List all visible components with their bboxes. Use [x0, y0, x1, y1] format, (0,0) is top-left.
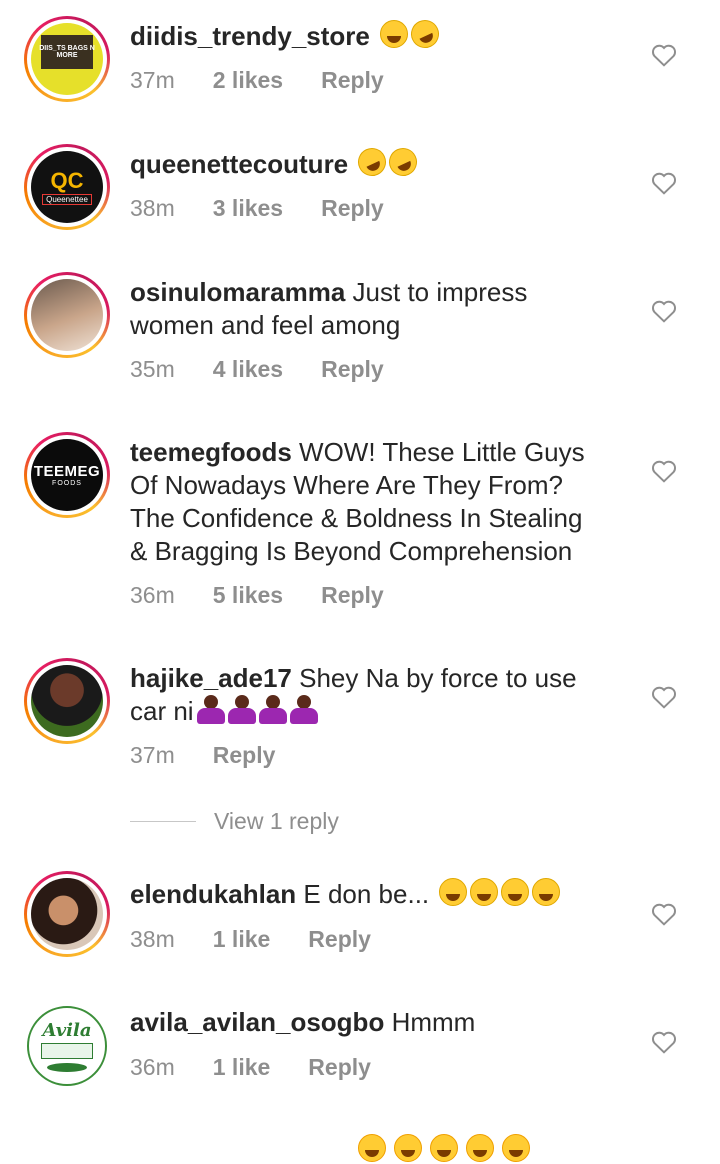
- avatar[interactable]: [24, 658, 110, 744]
- tears-of-joy-emoji: [470, 878, 499, 906]
- heart-outline-icon[interactable]: [651, 299, 677, 323]
- likes-count[interactable]: 2 likes: [213, 67, 283, 93]
- comment-meta: 38m 3 likes Reply: [130, 195, 422, 222]
- avatar-logo-text: Avila: [42, 1020, 92, 1041]
- heart-outline-icon[interactable]: [651, 171, 677, 195]
- comment-time: 37m: [130, 742, 175, 768]
- comment-body: WOW! These Little Guys: [299, 437, 585, 467]
- comment-username[interactable]: diidis_trendy_store: [130, 21, 370, 51]
- woman-shrugging-emoji: [227, 695, 256, 725]
- avatar-logo-text: TEEMEG: [33, 463, 101, 480]
- emoji-icon[interactable]: [430, 1134, 458, 1162]
- emoji-icon[interactable]: [358, 1134, 386, 1162]
- reply-button[interactable]: Reply: [321, 67, 384, 93]
- avatar[interactable]: QC Queenettee: [24, 144, 110, 230]
- comment-body: & Bragging Is Beyond Comprehension: [130, 536, 573, 566]
- comment-body: Just to impress: [352, 277, 528, 307]
- avatar[interactable]: [24, 871, 110, 957]
- woman-shrugging-emoji: [258, 695, 287, 725]
- view-replies-button[interactable]: View 1 reply: [130, 808, 339, 835]
- avatar[interactable]: TEEMEG FOODS: [24, 432, 110, 518]
- heart-outline-icon[interactable]: [651, 459, 677, 483]
- likes-count[interactable]: 1 like: [213, 1054, 271, 1080]
- comment-meta: 37m Reply: [130, 742, 313, 769]
- heart-outline-icon[interactable]: [651, 685, 677, 709]
- comment-body: Of Nowadays Where Are They From?: [130, 470, 564, 500]
- comment-time: 35m: [130, 356, 175, 382]
- comment-username[interactable]: teemegfoods: [130, 437, 292, 467]
- avatar-logo-subtext: FOODS: [52, 480, 82, 487]
- comment-time: 37m: [130, 67, 175, 93]
- comment-username[interactable]: hajike_ade17: [130, 663, 292, 693]
- comment-text: elendukahlan E don be...: [130, 878, 620, 911]
- likes-count[interactable]: 5 likes: [213, 582, 283, 608]
- avatar[interactable]: DIIS_TS BAGS N MORE: [24, 16, 110, 102]
- comment-username[interactable]: elendukahlan: [130, 879, 296, 909]
- likes-count[interactable]: 3 likes: [213, 195, 283, 221]
- avatar-logo-text: QC: [50, 167, 84, 193]
- heart-outline-icon[interactable]: [651, 902, 677, 926]
- comment-body: E don be...: [303, 879, 430, 909]
- comment-time: 38m: [130, 195, 175, 221]
- reply-divider: [130, 821, 196, 822]
- comment-time: 38m: [130, 926, 175, 952]
- comment-meta: 37m 2 likes Reply: [130, 67, 422, 94]
- heart-outline-icon[interactable]: [651, 43, 677, 67]
- comment-username[interactable]: avila_avilan_osogbo: [130, 1007, 384, 1037]
- comment-text: queenettecouture: [130, 143, 620, 181]
- avatar[interactable]: [24, 272, 110, 358]
- reply-button[interactable]: Reply: [308, 926, 371, 952]
- comment-text: avila_avilan_osogbo Hmmm: [130, 1006, 620, 1039]
- reply-button[interactable]: Reply: [321, 195, 384, 221]
- heart-outline-icon[interactable]: [651, 1030, 677, 1054]
- likes-count[interactable]: 1 like: [213, 926, 271, 952]
- comment-text: diidis_trendy_store: [130, 15, 620, 53]
- comment-body: Shey Na by force to use: [299, 663, 577, 693]
- comment-body: women and feel among: [130, 310, 401, 340]
- comment-text: teemegfoods WOW! These Little Guys Of No…: [130, 436, 620, 568]
- likes-count[interactable]: 4 likes: [213, 356, 283, 382]
- reply-button[interactable]: Reply: [213, 742, 276, 768]
- avatar-logo-text: DIIS_TS BAGS N MORE: [39, 45, 95, 59]
- reply-button[interactable]: Reply: [321, 356, 384, 382]
- view-replies-label: View 1 reply: [214, 808, 339, 834]
- comment-text: osinulomaramma Just to impress women and…: [130, 276, 620, 342]
- comment-username[interactable]: osinulomaramma: [130, 277, 345, 307]
- comment-time: 36m: [130, 582, 175, 608]
- emoji-icon[interactable]: [466, 1134, 494, 1162]
- tears-of-joy-emoji: [532, 878, 561, 906]
- comment-body: Hmmm: [391, 1007, 476, 1037]
- rolling-laughing-emoji: [406, 15, 444, 53]
- comment-username[interactable]: queenettecouture: [130, 149, 348, 179]
- tears-of-joy-emoji: [501, 878, 530, 906]
- comment-body: The Confidence & Boldness In Stealing: [130, 503, 583, 533]
- comment-meta: 36m 5 likes Reply: [130, 582, 422, 609]
- reply-button[interactable]: Reply: [308, 1054, 371, 1080]
- rolling-laughing-emoji: [384, 143, 422, 181]
- woman-shrugging-emoji: [289, 695, 318, 725]
- comment-time: 36m: [130, 1054, 175, 1080]
- emoji-icon[interactable]: [502, 1134, 530, 1162]
- comment-meta: 36m 1 like Reply: [130, 1054, 409, 1081]
- avatar[interactable]: Avila: [24, 1003, 110, 1089]
- tears-of-joy-emoji: [380, 20, 409, 48]
- woman-shrugging-emoji: [196, 695, 225, 725]
- reply-button[interactable]: Reply: [321, 582, 384, 608]
- emoji-quick-reaction-row: [355, 1134, 530, 1164]
- rolling-laughing-emoji: [353, 143, 391, 181]
- comment-body: car ni: [130, 696, 194, 726]
- comment-meta: 35m 4 likes Reply: [130, 356, 422, 383]
- comment-meta: 38m 1 like Reply: [130, 926, 409, 953]
- emoji-icon[interactable]: [394, 1134, 422, 1162]
- comment-text: hajike_ade17 Shey Na by force to use car…: [130, 662, 620, 728]
- tears-of-joy-emoji: [439, 878, 468, 906]
- avatar-logo-subtext: Queenettee: [42, 193, 92, 205]
